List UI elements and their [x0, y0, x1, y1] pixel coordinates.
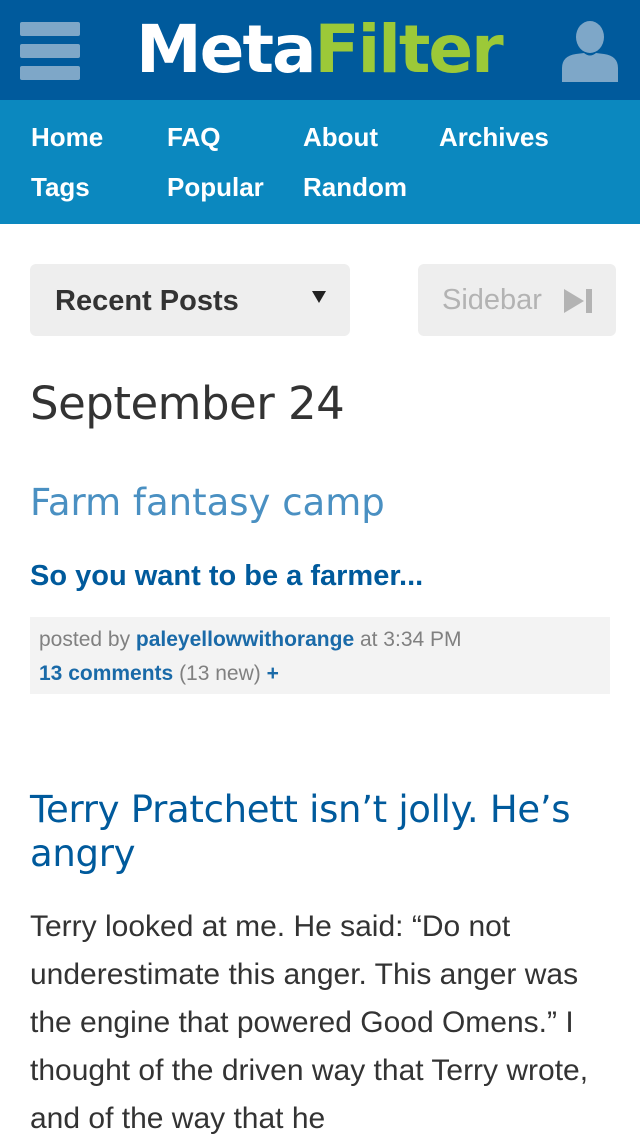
- recent-posts-label: Recent Posts: [55, 285, 239, 317]
- post-body: Terry looked at me. He said: “Do not und…: [30, 910, 589, 1135]
- skip-forward-icon: [564, 289, 592, 313]
- sidebar-toggle-button[interactable]: Sidebar: [418, 264, 616, 336]
- user-icon-graphic: [562, 21, 618, 82]
- comments-link[interactable]: 13 comments: [39, 662, 173, 685]
- date-heading: September 24: [30, 377, 345, 430]
- post-link[interactable]: So you want to be a farmer...: [30, 556, 423, 596]
- comments-new-count: (13 new): [173, 662, 267, 685]
- author-link[interactable]: paleyellowwithorange: [136, 628, 354, 651]
- post-time: at 3:34 PM: [354, 628, 462, 651]
- nav-about[interactable]: About: [303, 122, 378, 152]
- logo-meta: Meta: [136, 11, 317, 88]
- nav-archives[interactable]: Archives: [439, 122, 549, 152]
- main-nav: Home FAQ About Archives Tags Popular Ran…: [0, 100, 640, 224]
- recent-posts-dropdown[interactable]: Recent Posts: [30, 264, 350, 336]
- nav-popular[interactable]: Popular: [167, 172, 264, 202]
- posted-by-text: posted by: [39, 628, 136, 651]
- user-silhouette-icon[interactable]: [562, 20, 618, 82]
- sidebar-label: Sidebar: [442, 284, 542, 316]
- nav-tags[interactable]: Tags: [31, 172, 90, 202]
- post-byline: posted by paleyellowwithorange at 3:34 P…: [39, 623, 610, 657]
- nav-home[interactable]: Home: [31, 122, 103, 152]
- caret-down-icon: [312, 291, 326, 303]
- post-title[interactable]: Terry Pratchett isn’t jolly. He’s angry: [30, 788, 620, 876]
- site-header: MetaFilter: [0, 0, 640, 100]
- menu-bar-middle: [20, 44, 80, 58]
- post-title[interactable]: Farm fantasy camp: [30, 478, 385, 528]
- menu-bar-top: [20, 22, 80, 36]
- hamburger-menu-icon[interactable]: [20, 22, 80, 80]
- comments-row: 13 comments (13 new) +: [39, 657, 610, 691]
- post-meta: posted by paleyellowwithorange at 3:34 P…: [30, 617, 610, 694]
- nav-random[interactable]: Random: [303, 172, 407, 202]
- site-logo[interactable]: MetaFilter: [136, 4, 516, 96]
- add-favorite-button[interactable]: +: [267, 662, 279, 685]
- logo-filter: Filter: [314, 11, 504, 88]
- nav-faq[interactable]: FAQ: [167, 122, 220, 152]
- menu-bar-bottom: [20, 66, 80, 80]
